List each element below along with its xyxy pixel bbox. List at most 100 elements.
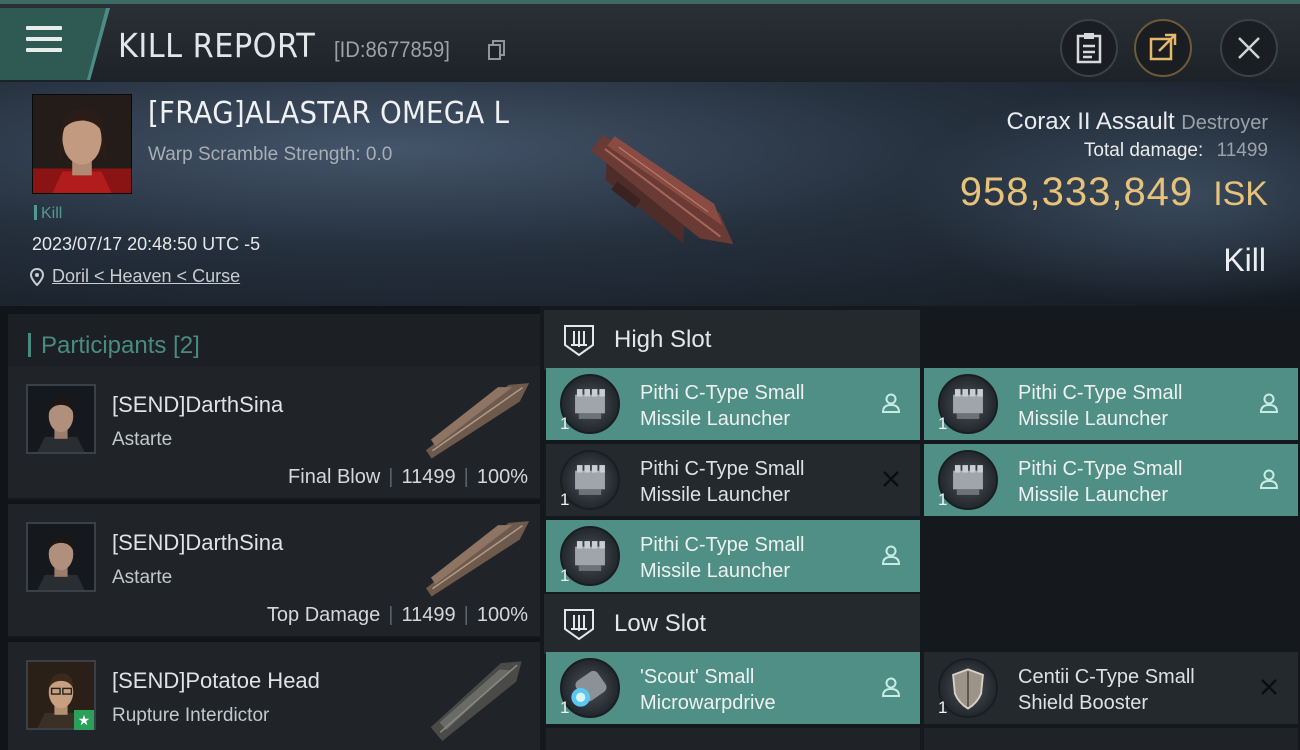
x-icon xyxy=(1261,679,1277,695)
high-slot-module[interactable]: 1 Pithi C-Type Small Missile Launcher xyxy=(924,444,1298,516)
module-name-line1: Pithi C-Type Small xyxy=(1018,458,1183,480)
module-name-line1: Pithi C-Type Small xyxy=(1018,382,1183,404)
participant-row[interactable]: [SEND]DarthSina Astarte Top Damage | 11499… xyxy=(8,504,540,638)
victim-ship-image xyxy=(590,134,734,245)
participant-ship-image xyxy=(426,383,530,459)
share-icon xyxy=(1149,33,1177,61)
high-slot-header: High Slot xyxy=(544,310,920,370)
hamburger-menu-icon[interactable] xyxy=(26,26,62,56)
module-name-line2: Shield Booster xyxy=(1018,692,1149,714)
low-slot-module[interactable]: 1 'Scout' Small Microwarpdrive xyxy=(546,652,920,724)
low-slot-header: Low Slot xyxy=(544,594,920,654)
participant-row[interactable]: [SEND]DarthSina Astarte Final Blow | 11499… xyxy=(8,366,540,500)
total-damage: Total damage: 11499 xyxy=(1084,140,1268,162)
participant-ship-image xyxy=(426,521,530,597)
close-button[interactable] xyxy=(1220,19,1278,77)
high-slot-module[interactable]: 1 Pithi C-Type Small Missile Launcher xyxy=(924,368,1298,440)
participant-ship: Astarte xyxy=(112,567,173,588)
module-quantity: 1 xyxy=(560,698,570,717)
report-result: Kill xyxy=(1223,242,1266,278)
low-slot-title: Low Slot xyxy=(614,610,707,637)
kill-tag: Kill xyxy=(34,205,62,223)
kill-location[interactable]: Doril < Heaven < Curse xyxy=(30,266,240,287)
isk-unit: ISK xyxy=(1213,175,1268,213)
participant-percent: 100% xyxy=(476,466,528,488)
low-slot-module[interactable]: 1 Centii C-Type Small Shield Booster xyxy=(924,652,1298,724)
participant-damage: 11499 xyxy=(401,604,456,626)
location-link[interactable]: Doril < Heaven < Curse xyxy=(52,266,240,287)
high-slot-module[interactable]: 1 Pithi C-Type Small Missile Launcher xyxy=(546,444,920,516)
participant-stats: Final Blow | 11499 | 100% xyxy=(288,466,528,488)
participant-name: [SEND]DarthSina xyxy=(112,530,284,555)
module-name-line2: Missile Launcher xyxy=(1018,484,1169,506)
share-button[interactable] xyxy=(1134,19,1192,77)
high-slot-title: High Slot xyxy=(614,326,712,353)
participant-percent: 100% xyxy=(476,604,528,626)
module-name-line2: Missile Launcher xyxy=(640,560,791,582)
module-name-line1: Pithi C-Type Small xyxy=(640,534,805,556)
participant-ship: Rupture Interdictor xyxy=(112,705,270,726)
participant-role: Final Blow xyxy=(288,466,381,488)
victim-ship[interactable]: Corax II Assault Destroyer xyxy=(1007,108,1268,136)
participants-title: Participants [2] xyxy=(28,332,200,360)
isk-amount: 958,333,849 xyxy=(959,170,1194,214)
module-quantity: 1 xyxy=(938,490,948,509)
module-name-line2: Missile Launcher xyxy=(1018,408,1169,430)
next-module-partial xyxy=(924,728,1298,750)
close-icon xyxy=(1238,37,1260,59)
participants-header: Participants [2] xyxy=(8,314,540,370)
location-pin-icon xyxy=(30,267,44,286)
victim-name[interactable]: [FRAG]ALASTAR OMEGA L xyxy=(148,96,509,131)
module-name: Pithi C-Type Small Missile Launcher xyxy=(640,380,870,432)
header-bar: KILL REPORT [ID:8677859] xyxy=(0,0,1300,82)
module-name-line2: Microwarpdrive xyxy=(640,692,776,714)
module-quantity: 1 xyxy=(560,566,570,585)
total-damage-label: Total damage: xyxy=(1083,140,1204,161)
total-damage-value: 11499 xyxy=(1216,140,1268,161)
copy-icon[interactable] xyxy=(488,40,506,60)
clipboard-icon xyxy=(1076,33,1102,64)
participants-panel: Participants [2] [SEND]DarthSina Astarte… xyxy=(0,306,540,750)
participant-stats: Top Damage | 11499 | 100% xyxy=(266,604,528,626)
participant-avatar xyxy=(26,384,96,454)
victim-portrait[interactable] xyxy=(32,94,132,194)
person-icon xyxy=(881,545,901,565)
kill-datetime: 2023/07/17 20:48:50 UTC -5 xyxy=(32,234,261,254)
participant-ship-image xyxy=(430,661,522,742)
module-quantity: 1 xyxy=(560,414,570,433)
module-name: Pithi C-Type Small Missile Launcher xyxy=(1018,380,1248,432)
victim-panel: [FRAG]ALASTAR OMEGA L Warp Scramble Stre… xyxy=(0,82,1300,306)
module-quantity: 1 xyxy=(560,490,570,509)
participant-role: Top Damage xyxy=(266,604,381,626)
low-slot-icon xyxy=(564,609,594,641)
person-icon xyxy=(881,677,901,697)
warp-scramble-strength: Warp Scramble Strength: 0.0 xyxy=(148,144,393,165)
clipboard-button[interactable] xyxy=(1060,19,1118,77)
module-name: 'Scout' Small Microwarpdrive xyxy=(640,664,870,716)
participant-avatar xyxy=(26,522,96,592)
module-name-line1: Pithi C-Type Small xyxy=(640,382,805,404)
module-name-line1: 'Scout' Small xyxy=(640,666,755,688)
page-title: KILL REPORT xyxy=(118,26,316,65)
kill-id: [ID:8677859] xyxy=(334,37,450,62)
module-name-line1: Pithi C-Type Small xyxy=(640,458,805,480)
ship-class: Destroyer xyxy=(1181,112,1268,134)
isk-value: 958,333,849 ISK xyxy=(960,170,1268,215)
participant-row[interactable]: ★ [SEND]Potatoe Head Rupture Interdictor xyxy=(8,642,540,750)
high-slot-module[interactable]: 1 Pithi C-Type Small Missile Launcher xyxy=(546,368,920,440)
person-icon xyxy=(1259,393,1279,413)
participant-ship: Astarte xyxy=(112,429,173,450)
module-name-line2: Missile Launcher xyxy=(640,408,791,430)
module-name: Centii C-Type Small Shield Booster xyxy=(1018,664,1248,716)
participant-name: [SEND]DarthSina xyxy=(112,392,284,417)
participant-name: [SEND]Potatoe Head xyxy=(112,668,320,693)
next-module-partial xyxy=(546,728,920,750)
module-name-line2: Missile Launcher xyxy=(640,484,791,506)
person-icon xyxy=(1259,469,1279,489)
module-quantity: 1 xyxy=(938,414,948,433)
high-slot-module[interactable]: 1 Pithi C-Type Small Missile Launcher xyxy=(546,520,920,592)
participant-damage: 11499 xyxy=(401,466,456,488)
star-badge-icon: ★ xyxy=(74,710,94,730)
module-quantity: 1 xyxy=(938,698,948,717)
module-name: Pithi C-Type Small Missile Launcher xyxy=(1018,456,1248,508)
